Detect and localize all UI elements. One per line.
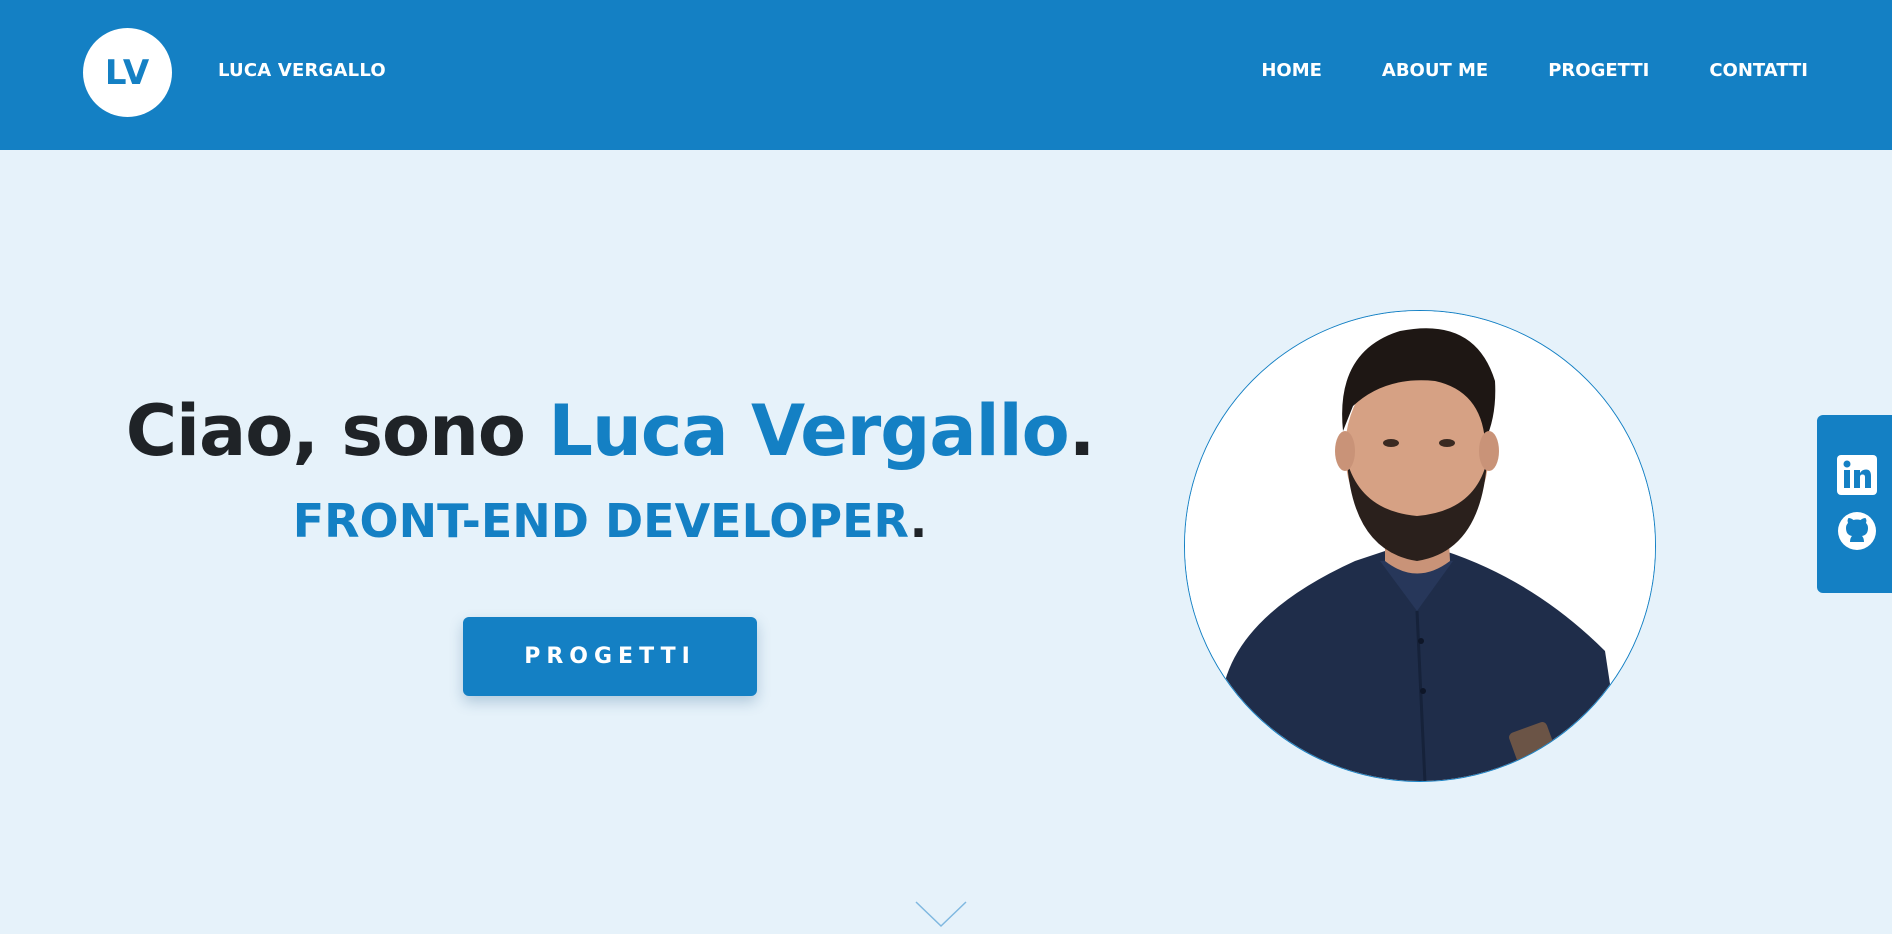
nav-link-about-me[interactable]: ABOUT ME xyxy=(1382,60,1488,81)
linkedin-link[interactable] xyxy=(1837,455,1877,495)
hero-text: Ciao, sono Luca Vergallo. FRONT-END DEVE… xyxy=(100,390,1120,548)
headline-period: . xyxy=(1068,390,1096,472)
top-navbar: LV LUCA VERGALLO HOME ABOUT ME PROGETTI … xyxy=(0,0,1892,150)
github-icon xyxy=(1838,512,1876,550)
social-sidebar xyxy=(1817,415,1892,593)
role-period: . xyxy=(909,494,928,548)
progetti-button[interactable]: PROGETTI xyxy=(463,617,757,696)
headline-name: Luca Vergallo xyxy=(548,390,1069,472)
logo-initials: LV xyxy=(104,52,151,93)
hero-role: FRONT-END DEVELOPER. xyxy=(100,494,1120,548)
github-link[interactable] xyxy=(1837,511,1877,551)
main-nav: HOME ABOUT ME PROGETTI CONTATTI xyxy=(1261,60,1808,81)
profile-photo-illustration xyxy=(1185,311,1655,781)
logo[interactable]: LV xyxy=(83,28,172,117)
nav-link-home[interactable]: HOME xyxy=(1261,60,1322,81)
hero-headline: Ciao, sono Luca Vergallo. xyxy=(100,390,1120,472)
profile-photo xyxy=(1184,310,1656,782)
brand-name-link[interactable]: LUCA VERGALLO xyxy=(218,60,386,81)
nav-link-contatti[interactable]: CONTATTI xyxy=(1709,60,1808,81)
role-text: FRONT-END DEVELOPER xyxy=(292,494,910,548)
headline-greeting: Ciao, sono xyxy=(125,390,549,472)
nav-link-progetti[interactable]: PROGETTI xyxy=(1548,60,1649,81)
linkedin-icon xyxy=(1837,455,1877,495)
